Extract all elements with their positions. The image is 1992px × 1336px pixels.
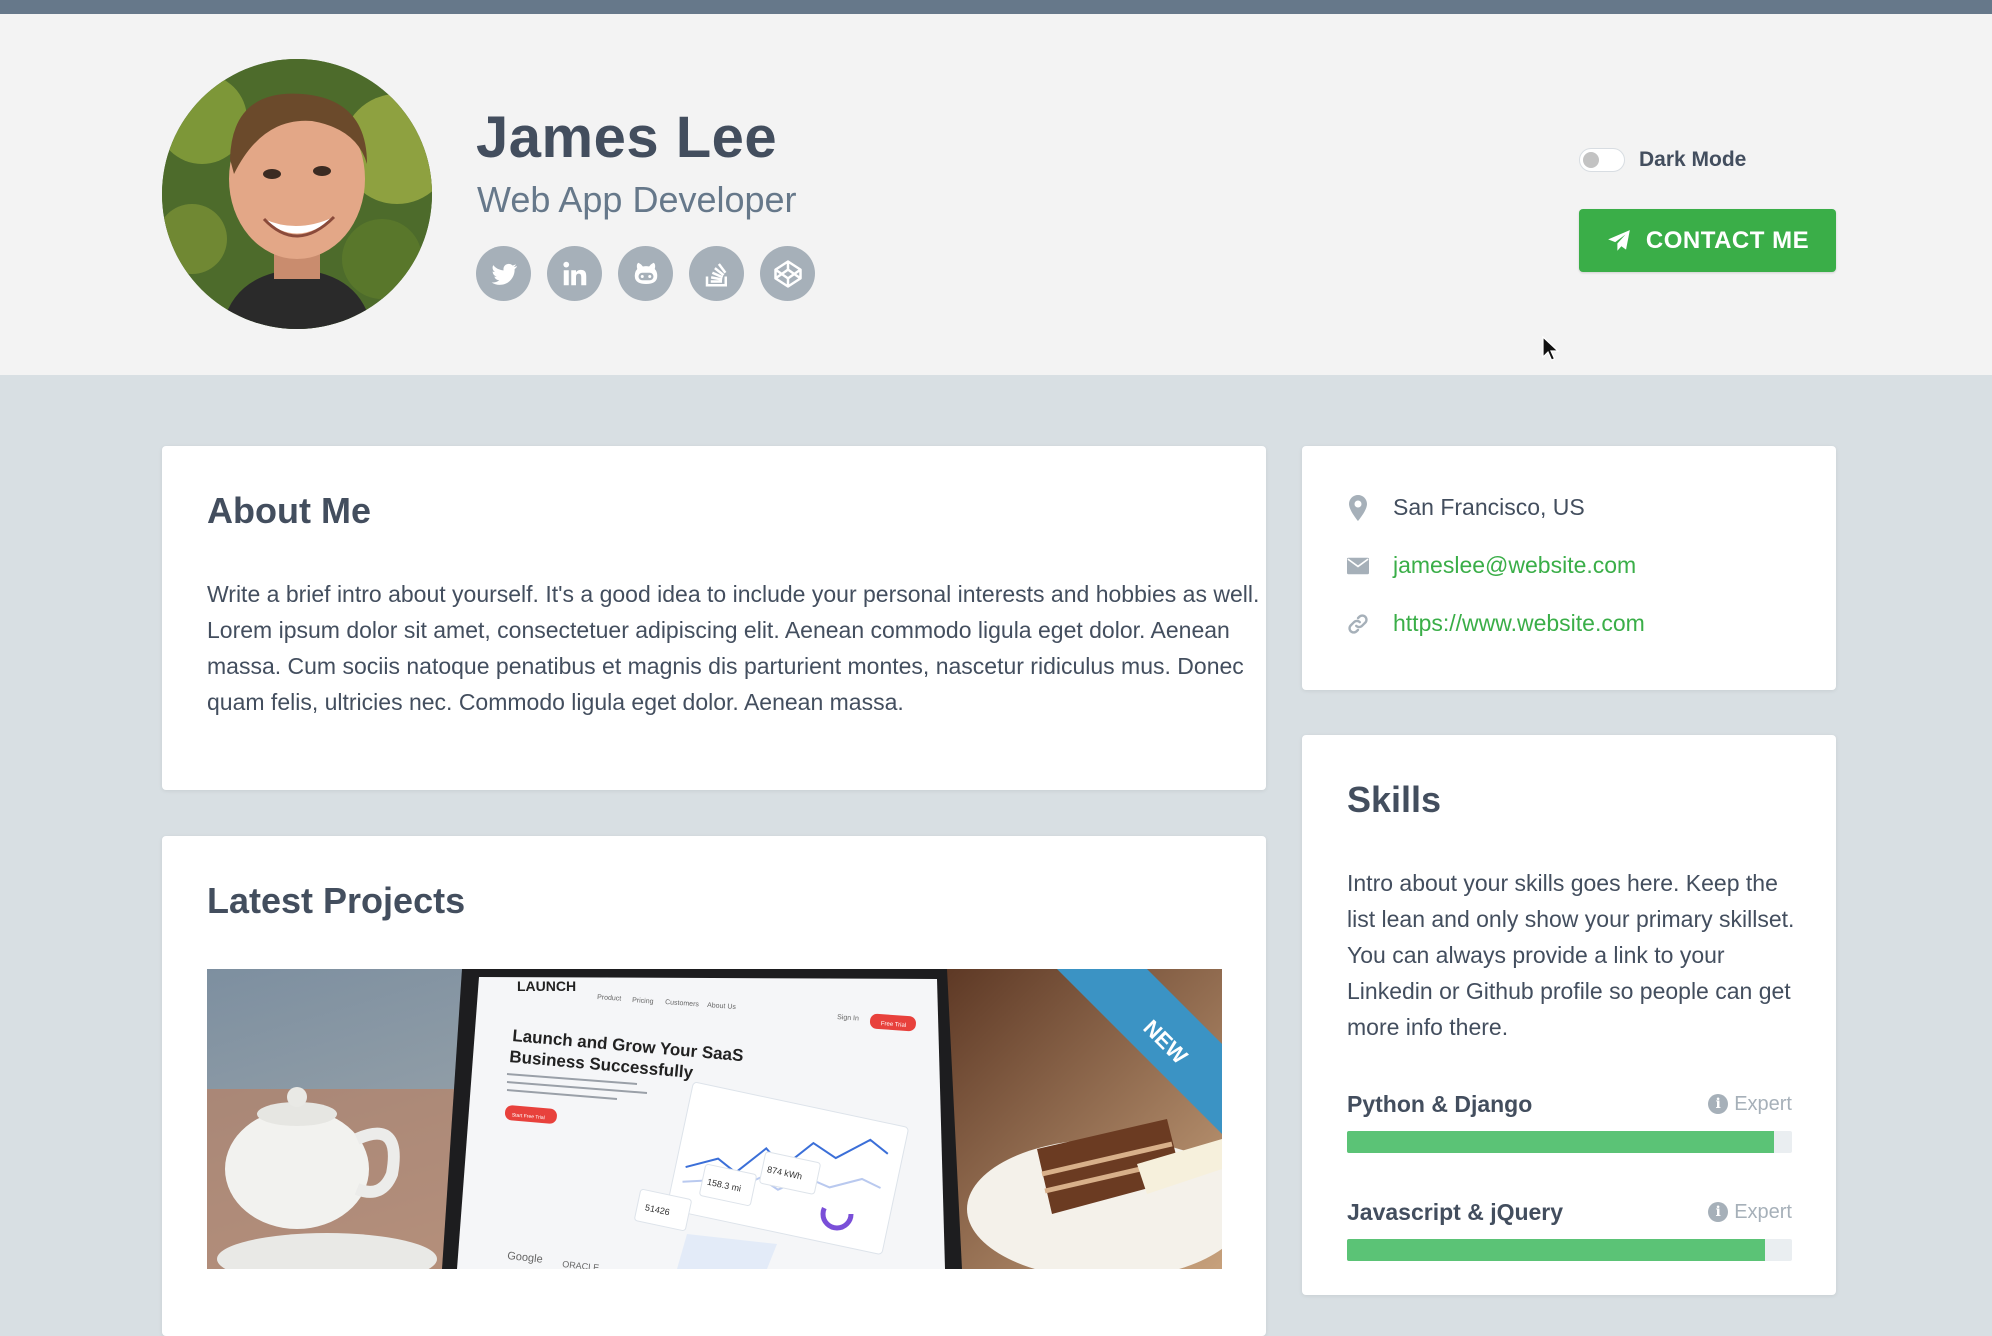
skill-level: i Expert xyxy=(1708,1093,1792,1116)
map-marker-icon xyxy=(1347,494,1369,521)
profile-header: James Lee Web App Developer Dark Mode CO… xyxy=(0,14,1992,375)
contact-me-button[interactable]: CONTACT ME xyxy=(1579,209,1836,272)
github-icon[interactable] xyxy=(618,246,673,301)
skill-progress-bar xyxy=(1347,1131,1792,1153)
location-text: San Francisco, US xyxy=(1393,494,1585,520)
projects-card: Latest Projects LAUNCH Product Pricing C… xyxy=(162,836,1266,1336)
social-links xyxy=(476,246,815,301)
dark-mode-toggle[interactable] xyxy=(1579,148,1625,172)
contact-info-card: San Francisco, US jameslee@website.com h… xyxy=(1302,446,1836,690)
skills-card: Skills Intro about your skills goes here… xyxy=(1302,735,1836,1295)
profile-tagline: Web App Developer xyxy=(477,179,797,220)
screen-brand: LAUNCH xyxy=(517,978,576,994)
linkedin-icon[interactable] xyxy=(547,246,602,301)
skill-level-text: Expert xyxy=(1734,1200,1792,1223)
skill-level-text: Expert xyxy=(1734,1092,1792,1115)
skill-progress-bar xyxy=(1347,1239,1792,1261)
info-circle-icon[interactable]: i xyxy=(1708,1202,1729,1222)
about-text: Write a brief intro about yourself. It's… xyxy=(207,581,1260,715)
contact-me-label: CONTACT ME xyxy=(1645,226,1810,254)
stack-overflow-icon[interactable] xyxy=(689,246,744,301)
avatar xyxy=(162,59,432,329)
info-circle-icon[interactable]: i xyxy=(1708,1094,1729,1114)
envelope-icon xyxy=(1347,553,1369,579)
skills-title: Skills xyxy=(1347,779,1442,820)
skills-intro: Intro about your skills goes here. Keep … xyxy=(1347,870,1795,1040)
location-row: San Francisco, US xyxy=(1347,494,1585,521)
link-icon xyxy=(1347,611,1369,637)
codepen-icon[interactable] xyxy=(760,246,815,301)
toggle-knob xyxy=(1583,152,1599,168)
email-row: jameslee@website.com xyxy=(1347,552,1636,579)
dark-mode-switch[interactable]: Dark Mode xyxy=(1579,148,1746,172)
profile-name: James Lee xyxy=(476,105,778,170)
skill-progress-fill xyxy=(1347,1239,1766,1261)
mouse-cursor-icon xyxy=(1542,336,1560,361)
twitter-icon[interactable] xyxy=(476,246,531,301)
email-link[interactable]: jameslee@website.com xyxy=(1393,552,1636,579)
skill-name: Python & Django xyxy=(1347,1090,1533,1117)
skill-item: Python & Django i Expert xyxy=(1347,1089,1792,1153)
skill-item: Javascript & jQuery i Expert xyxy=(1347,1197,1792,1261)
skill-progress-fill xyxy=(1347,1131,1775,1153)
paper-plane-icon xyxy=(1608,229,1630,251)
project-thumbnail[interactable]: LAUNCH Product Pricing Customers About U… xyxy=(207,969,1222,1269)
about-title: About Me xyxy=(207,490,371,531)
skill-level: i Expert xyxy=(1708,1201,1792,1224)
top-accent-bar xyxy=(0,0,1992,14)
dark-mode-label: Dark Mode xyxy=(1639,148,1747,171)
skill-name: Javascript & jQuery xyxy=(1347,1198,1564,1225)
projects-title: Latest Projects xyxy=(207,880,466,921)
screen-nav-item: Pricing xyxy=(632,997,654,1005)
website-link[interactable]: https://www.website.com xyxy=(1393,610,1645,637)
website-row: https://www.website.com xyxy=(1347,610,1645,637)
about-card: About Me Write a brief intro about yours… xyxy=(162,446,1266,790)
